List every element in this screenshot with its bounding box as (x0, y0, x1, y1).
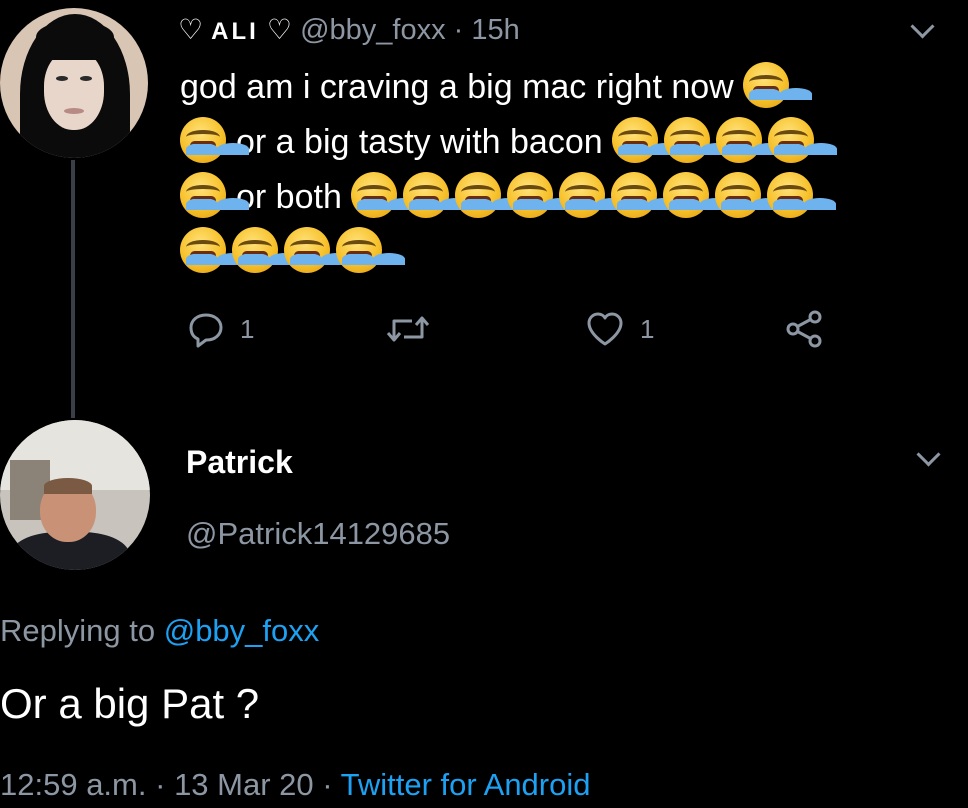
tweet-header: ♡ ALI ♡ @bby_foxx · 15h (178, 10, 520, 52)
tweet-text-line: or both (180, 170, 940, 225)
tweet-metadata: 12:59 a.m. · 13 Mar 20 · Twitter for And… (0, 762, 591, 808)
like-action[interactable]: 1 (584, 304, 654, 354)
tweet-time[interactable]: 12:59 a.m. (0, 767, 146, 802)
user-handle[interactable]: @bby_foxx (300, 14, 446, 46)
loudly-crying-face-emoji (507, 172, 554, 218)
retweet-icon (384, 309, 432, 349)
separator-dot: · (453, 14, 464, 46)
loudly-crying-face-emoji (180, 172, 226, 218)
replying-to-line: Replying to @bby_foxx (0, 608, 319, 654)
avatar-ali[interactable] (0, 8, 148, 158)
thread-connector-line (71, 160, 75, 418)
tweet-source-link[interactable]: Twitter for Android (341, 767, 591, 802)
loudly-crying-face-emoji (351, 172, 398, 218)
separator-dot: · (155, 767, 166, 802)
retweet-action[interactable] (384, 304, 446, 354)
avatar-eye-left (56, 76, 68, 81)
chevron-down-icon[interactable] (916, 442, 941, 467)
loudly-crying-face-emoji (180, 227, 226, 273)
loudly-crying-face-emoji (664, 117, 711, 163)
loudly-crying-face-emoji (663, 172, 710, 218)
loudly-crying-face-emoji (403, 172, 450, 218)
loudly-crying-face-emoji (284, 227, 330, 273)
replying-to-label: Replying to (0, 613, 156, 648)
tweet-text-line: or a big tasty with bacon (180, 115, 940, 170)
avatar-bangs (36, 22, 114, 60)
loudly-crying-face-emoji (716, 117, 763, 163)
reply-user-handle[interactable]: @Patrick14129685 (186, 512, 450, 556)
reply-action[interactable]: 1 (186, 304, 254, 354)
loudly-crying-face-emoji (767, 172, 814, 218)
like-count: 1 (640, 314, 655, 344)
tweet-date[interactable]: 13 Mar 20 (174, 767, 314, 802)
loudly-crying-face-emoji (180, 117, 226, 163)
heart-outline-icon: ♡ (266, 14, 293, 45)
tweet-text-line: god am i craving a big mac right now (180, 60, 940, 115)
avatar-eye-right (80, 76, 92, 81)
heart-icon (584, 309, 626, 349)
chevron-down-icon[interactable] (910, 14, 935, 39)
avatar-lips (64, 108, 84, 114)
mention-link[interactable]: @bby_foxx (164, 613, 320, 648)
loudly-crying-face-emoji (336, 227, 382, 273)
share-action[interactable] (782, 304, 826, 354)
tweet-text-line (180, 225, 940, 280)
avatar-patrick[interactable] (0, 420, 150, 570)
avatar-face (44, 50, 104, 130)
heart-outline-icon: ♡ (178, 14, 204, 45)
loudly-crying-face-emoji (455, 172, 502, 218)
loudly-crying-face-emoji (611, 172, 658, 218)
tweet-body: god am i craving a big mac right now or … (180, 60, 940, 280)
loudly-crying-face-emoji (743, 62, 790, 108)
reply-count: 1 (240, 314, 255, 344)
timestamp[interactable]: 15h (471, 14, 519, 46)
share-icon (782, 307, 826, 351)
reply-icon (186, 309, 226, 349)
reply-display-name[interactable]: Patrick (186, 440, 293, 484)
loudly-crying-face-emoji (232, 227, 278, 273)
loudly-crying-face-emoji (768, 117, 815, 163)
reply-tweet-text: Or a big Pat ? (0, 680, 260, 727)
loudly-crying-face-emoji (715, 172, 762, 218)
avatar-hair (44, 478, 92, 494)
loudly-crying-face-emoji (559, 172, 606, 218)
display-name[interactable]: ALI (211, 18, 259, 45)
loudly-crying-face-emoji (612, 117, 659, 163)
separator-dot: · (322, 767, 333, 802)
